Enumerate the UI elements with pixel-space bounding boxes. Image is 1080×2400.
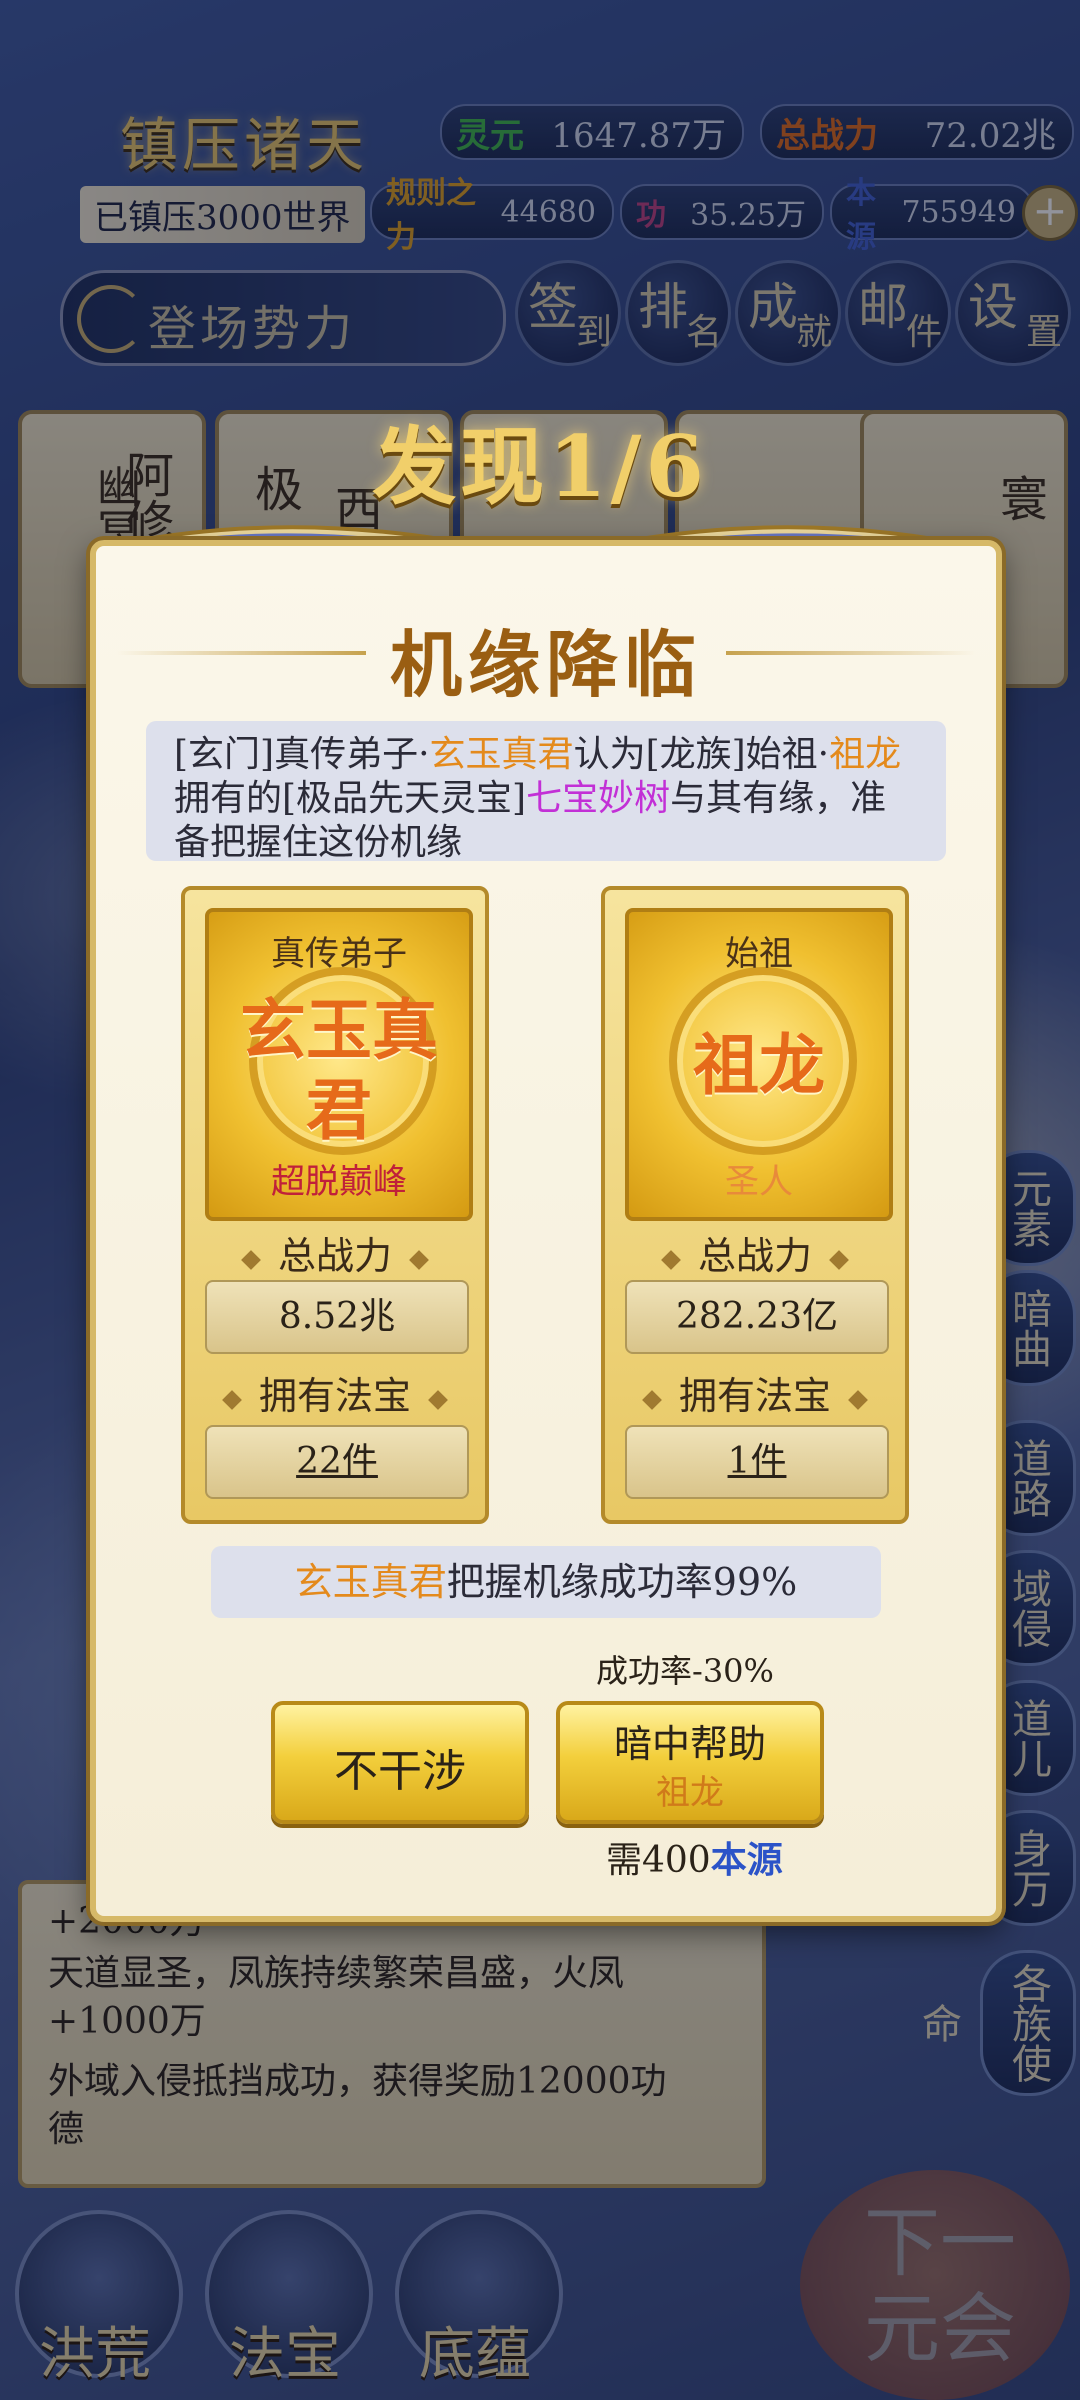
button-label: 不干涉 xyxy=(334,1746,466,1797)
secret-help-button[interactable]: 暗中帮助 祖龙 xyxy=(556,1701,824,1824)
desc-text: [玄门]真传弟子· xyxy=(174,734,430,775)
diamond-icon xyxy=(848,1389,868,1410)
treasure-label: 拥有法宝 xyxy=(185,1365,485,1420)
event-description: [玄门]真传弟子·玄玉真君认为[龙族]始祖·祖龙拥有的[极品先天灵宝]七宝妙树与… xyxy=(146,721,946,863)
character-card-right[interactable]: 始祖 祖龙 圣人 总战力 282.23亿 拥有法宝 1件 xyxy=(601,886,909,1524)
label-text: 拥有法宝 xyxy=(258,1374,411,1418)
rate-penalty: 成功率-30% xyxy=(596,1652,774,1690)
power-label: 总战力 xyxy=(185,1225,485,1280)
diamond-icon xyxy=(829,1249,849,1270)
desc-name: 祖龙 xyxy=(829,734,902,775)
fortune-dialog: 机缘降临 [玄门]真传弟子·玄玉真君认为[龙族]始祖·祖龙拥有的[极品先天灵宝]… xyxy=(90,540,1002,1922)
button-label: 暗中帮助 xyxy=(613,1722,766,1766)
desc-name: 玄玉真君 xyxy=(429,734,574,775)
character-tier: 超脱巅峰 xyxy=(271,1162,407,1202)
character-name: 玄玉真君 xyxy=(240,991,438,1149)
label-text: 拥有法宝 xyxy=(678,1374,831,1418)
dialog-heading: 机缘降临 xyxy=(389,622,702,707)
label-text: 总战力 xyxy=(697,1234,812,1278)
rate-name: 玄玉真君 xyxy=(294,1560,447,1604)
power-value: 282.23亿 xyxy=(625,1280,889,1354)
character-rank: 真传弟子 xyxy=(271,934,407,974)
treasure-label: 拥有法宝 xyxy=(605,1365,905,1420)
character-tier: 圣人 xyxy=(725,1162,793,1202)
help-cost: 需400本源 xyxy=(606,1831,783,1883)
diamond-icon xyxy=(409,1249,429,1270)
treasure-count-link[interactable]: 22件 xyxy=(205,1425,469,1499)
character-card-left[interactable]: 真传弟子 玄玉真君 超脱巅峰 总战力 8.52兆 拥有法宝 22件 xyxy=(181,886,489,1524)
desc-text: 拥有的[极品先天灵宝] xyxy=(174,778,527,819)
label-text: 总战力 xyxy=(277,1234,392,1278)
success-rate: 玄玉真君把握机缘成功率99% xyxy=(211,1546,881,1618)
cost-amount: 需400 xyxy=(606,1840,711,1881)
desc-item: 七宝妙树 xyxy=(526,778,671,819)
button-sublabel: 祖龙 xyxy=(656,1773,724,1813)
diamond-icon xyxy=(428,1389,448,1410)
diamond-icon xyxy=(241,1249,261,1270)
power-value: 8.52兆 xyxy=(205,1280,469,1354)
diamond-icon xyxy=(642,1389,662,1410)
character-rank: 始祖 xyxy=(725,934,793,974)
desc-text: 认为[龙族]始祖· xyxy=(573,734,830,775)
rate-text: 把握机缘成功率99% xyxy=(446,1560,798,1604)
no-interfere-button[interactable]: 不干涉 xyxy=(271,1701,529,1824)
character-portrait: 真传弟子 玄玉真君 超脱巅峰 xyxy=(205,908,473,1221)
treasure-count-link[interactable]: 1件 xyxy=(625,1425,889,1499)
character-name: 祖龙 xyxy=(693,1026,825,1104)
power-label: 总战力 xyxy=(605,1225,905,1280)
diamond-icon xyxy=(222,1389,242,1410)
character-portrait: 始祖 祖龙 圣人 xyxy=(625,908,893,1221)
diamond-icon xyxy=(661,1249,681,1270)
cost-unit: 本源 xyxy=(710,1839,783,1881)
